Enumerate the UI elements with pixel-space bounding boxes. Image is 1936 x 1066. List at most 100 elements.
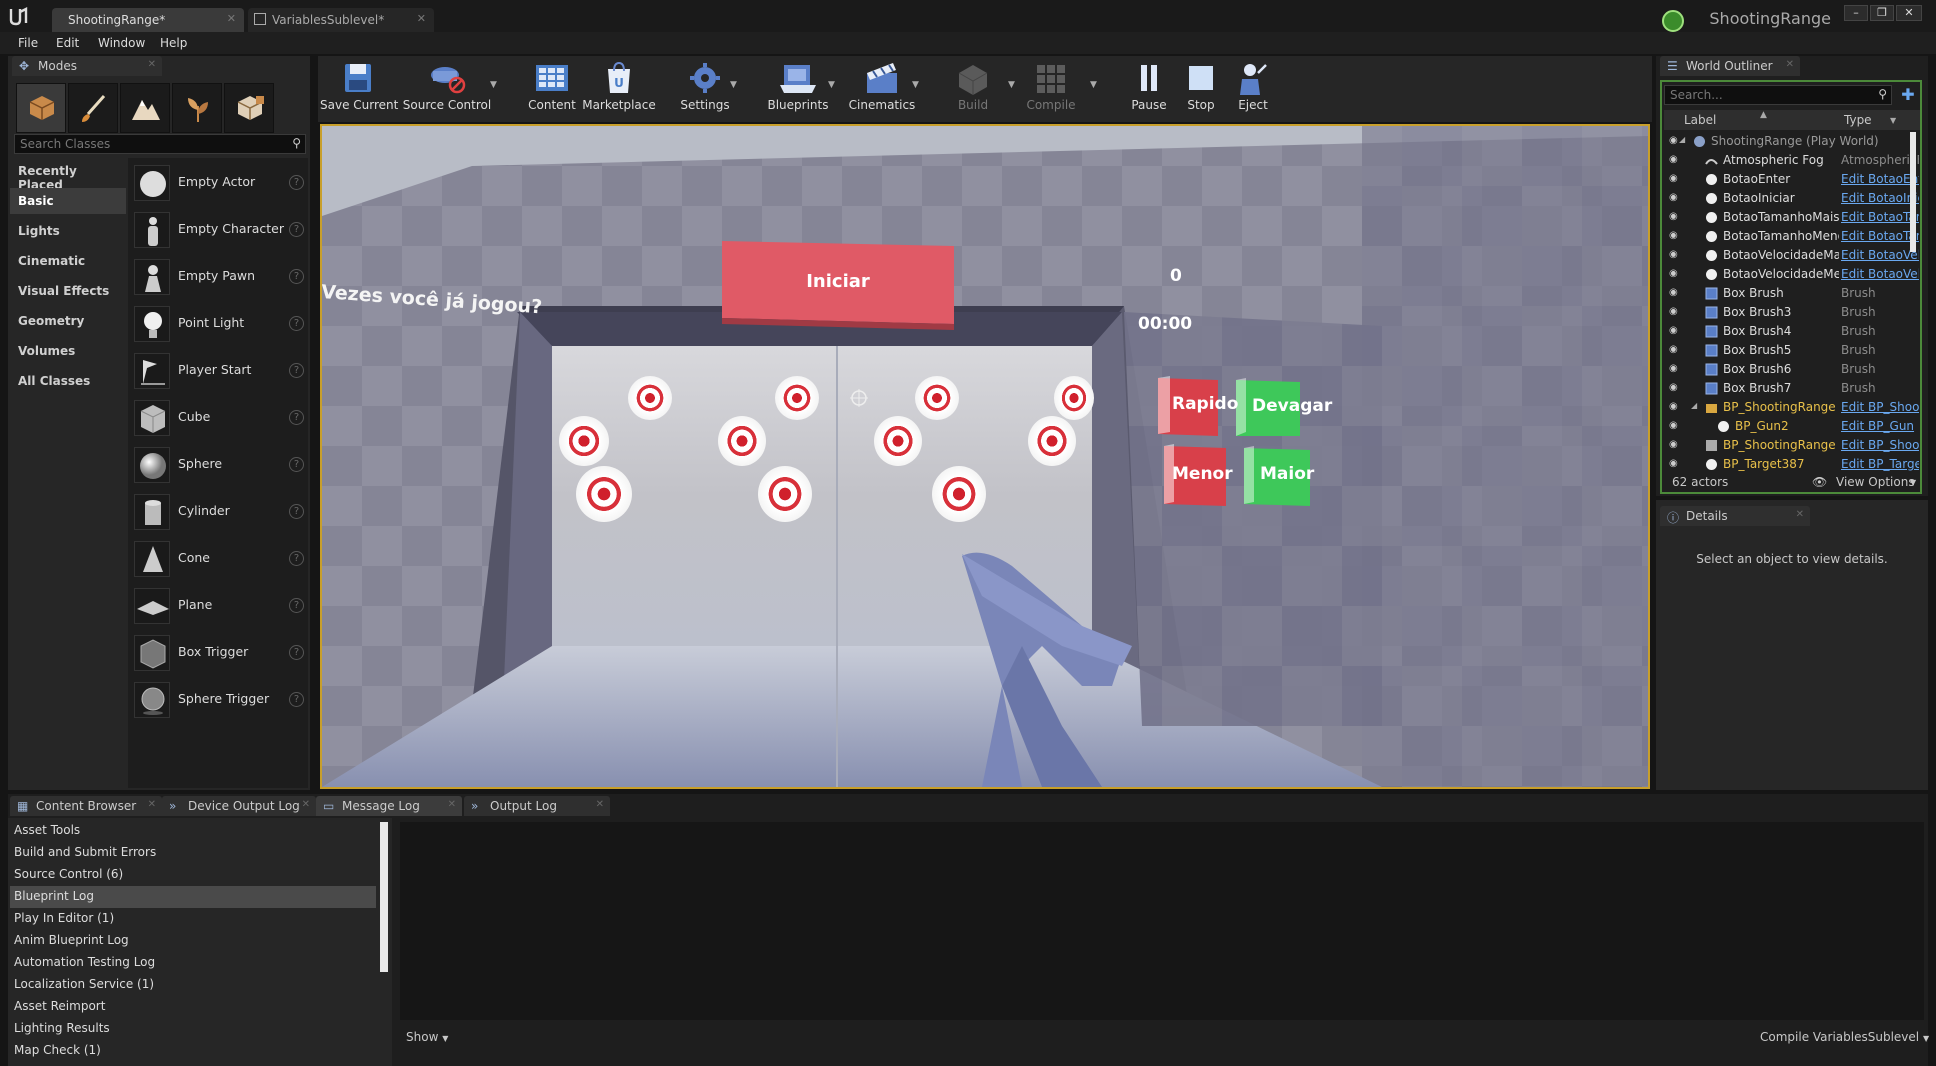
- expand-arrow-icon[interactable]: ◢: [1691, 401, 1697, 410]
- log-category-item[interactable]: Asset Reimport: [10, 996, 376, 1018]
- close-icon[interactable]: ✕: [417, 12, 426, 25]
- category-basic[interactable]: Basic: [10, 188, 126, 214]
- landscape-mode-button[interactable]: [120, 83, 170, 133]
- place-cube[interactable]: Cube ?: [130, 395, 308, 439]
- chevron-down-icon[interactable]: ▼: [1910, 478, 1916, 487]
- help-icon[interactable]: ?: [289, 222, 304, 237]
- scrollbar[interactable]: [1910, 132, 1916, 252]
- source-control-button[interactable]: Source Control: [402, 58, 492, 118]
- close-icon[interactable]: ✕: [448, 799, 456, 810]
- outliner-row[interactable]: ◉ Box Brush6 Brush: [1665, 360, 1923, 379]
- edit-blueprint-link[interactable]: Edit BotaoIniciar: [1841, 191, 1919, 205]
- visibility-eye-icon[interactable]: ◉: [1669, 154, 1683, 165]
- build-button[interactable]: Build: [948, 58, 998, 118]
- blueprints-button[interactable]: Blueprints: [760, 58, 836, 118]
- expand-arrow-icon[interactable]: ◢: [1679, 135, 1685, 144]
- help-icon[interactable]: ?: [289, 269, 304, 284]
- place-plane[interactable]: Plane ?: [130, 583, 308, 627]
- place-empty-actor[interactable]: Empty Actor ?: [130, 160, 308, 204]
- menu-file[interactable]: File: [18, 36, 38, 50]
- log-category-item[interactable]: Lighting Results: [10, 1018, 376, 1040]
- visibility-eye-icon[interactable]: ◉: [1669, 363, 1683, 374]
- maximize-button[interactable]: ❐: [1870, 5, 1894, 21]
- visibility-eye-icon[interactable]: ◉: [1669, 173, 1683, 184]
- outliner-row[interactable]: ◉ BotaoIniciar Edit BotaoIniciar: [1665, 189, 1923, 208]
- search-classes-input[interactable]: Search Classes ⚲: [14, 134, 306, 154]
- place-box-trigger[interactable]: Box Trigger ?: [130, 630, 308, 674]
- category-recently-placed[interactable]: Recently Placed: [10, 158, 126, 192]
- iniciar-button[interactable]: Iniciar: [722, 244, 954, 318]
- place-cone[interactable]: Cone ?: [130, 536, 308, 580]
- outliner-row[interactable]: ◉ BotaoTamanhoMenosEdit BotaoTamanhoMenos: [1665, 227, 1923, 246]
- edit-blueprint-link[interactable]: Edit BotaoTamanhoMais: [1841, 210, 1919, 224]
- visibility-eye-icon[interactable]: ◉: [1669, 439, 1683, 450]
- tab-output-log[interactable]: » Output Log ✕: [464, 796, 610, 816]
- log-category-item[interactable]: Play In Editor (1): [10, 908, 376, 930]
- eject-button[interactable]: Eject: [1228, 58, 1278, 118]
- marketplace-button[interactable]: U Marketplace: [582, 58, 656, 118]
- scrollbar[interactable]: [380, 822, 388, 972]
- outliner-row[interactable]: ◉ BP_Gun2 Edit BP_Gun: [1665, 417, 1923, 436]
- stop-button[interactable]: Stop: [1176, 58, 1226, 118]
- outliner-row[interactable]: ◉ Box Brush Brush: [1665, 284, 1923, 303]
- help-icon[interactable]: ?: [289, 410, 304, 425]
- close-button[interactable]: ✕: [1896, 5, 1922, 21]
- edit-blueprint-link[interactable]: Edit BP_Gun: [1841, 419, 1919, 433]
- tab-shootingrange[interactable]: ShootingRange* ✕: [52, 8, 244, 32]
- tab-content-browser[interactable]: ▦ Content Browser ✕: [10, 796, 162, 816]
- maior-button[interactable]: Maior: [1260, 464, 1314, 484]
- outliner-row[interactable]: ◉ BotaoVelocidadeMaisEdit BotaoVelocidade…: [1665, 246, 1923, 265]
- edit-blueprint-link[interactable]: Edit BP_ShootingRange: [1841, 438, 1919, 452]
- place-sphere-trigger[interactable]: Sphere Trigger ?: [130, 677, 308, 721]
- help-icon[interactable]: ?: [289, 598, 304, 613]
- place-cylinder[interactable]: Cylinder ?: [130, 489, 308, 533]
- edit-blueprint-link[interactable]: Edit BotaoEnter: [1841, 172, 1919, 186]
- close-icon[interactable]: ✕: [148, 799, 156, 810]
- help-icon[interactable]: ?: [289, 551, 304, 566]
- tab-world-outliner[interactable]: ☰ World Outliner ✕: [1660, 56, 1800, 76]
- chevron-down-icon[interactable]: ▼: [1890, 116, 1896, 125]
- chevron-down-icon[interactable]: ▼: [1090, 80, 1097, 90]
- column-label[interactable]: Label: [1684, 113, 1716, 127]
- pause-button[interactable]: Pause: [1124, 58, 1174, 118]
- visibility-eye-icon[interactable]: ◉: [1669, 249, 1683, 260]
- column-type[interactable]: Type: [1844, 113, 1872, 127]
- tab-details[interactable]: ⓘ Details ✕: [1660, 506, 1810, 526]
- close-icon[interactable]: ✕: [1796, 509, 1804, 520]
- log-category-item[interactable]: Asset Tools: [10, 820, 376, 842]
- menu-edit[interactable]: Edit: [56, 36, 79, 50]
- visibility-eye-icon[interactable]: ◉: [1669, 211, 1683, 222]
- category-lights[interactable]: Lights: [10, 218, 126, 244]
- outliner-row[interactable]: ◉ BP_ShootingRange Edit BP_ShootingRange: [1665, 436, 1923, 455]
- log-category-item[interactable]: Blueprint Log: [10, 886, 376, 908]
- chevron-down-icon[interactable]: ▼: [730, 80, 737, 90]
- devagar-button[interactable]: Devagar: [1252, 396, 1332, 416]
- geometry-mode-button[interactable]: [224, 83, 274, 133]
- edit-blueprint-link[interactable]: Edit BP_ShootingRange: [1841, 400, 1919, 414]
- foliage-mode-button[interactable]: [172, 83, 222, 133]
- outliner-row[interactable]: ◉ Box Brush3 Brush: [1665, 303, 1923, 322]
- rapido-button[interactable]: Rapido: [1172, 394, 1238, 414]
- place-player-start[interactable]: Player Start ?: [130, 348, 308, 392]
- category-cinematic[interactable]: Cinematic: [10, 248, 126, 274]
- compile-button[interactable]: Compile: [1022, 58, 1080, 118]
- tab-message-log[interactable]: ▭ Message Log ✕: [316, 796, 462, 816]
- help-icon[interactable]: ?: [289, 457, 304, 472]
- view-options-button[interactable]: View Options: [1836, 475, 1915, 489]
- visibility-eye-icon[interactable]: ◉: [1669, 192, 1683, 203]
- outliner-row[interactable]: ◉ BotaoTamanhoMaisEdit BotaoTamanhoMais: [1665, 208, 1923, 227]
- cinematics-button[interactable]: Cinematics: [846, 58, 918, 118]
- outliner-row[interactable]: ◉ Atmospheric Fog AtmosphericFog: [1665, 151, 1923, 170]
- place-point-light[interactable]: Point Light ?: [130, 301, 308, 345]
- edit-blueprint-link[interactable]: Edit BotaoVelocidadeMais: [1841, 248, 1919, 262]
- log-category-item[interactable]: Localization Service (1): [10, 974, 376, 996]
- help-icon[interactable]: ?: [289, 692, 304, 707]
- log-category-item[interactable]: Anim Blueprint Log: [10, 930, 376, 952]
- log-category-item[interactable]: Map Check (1): [10, 1040, 376, 1062]
- help-icon[interactable]: ?: [289, 175, 304, 190]
- place-mode-button[interactable]: [16, 83, 66, 133]
- minimize-button[interactable]: –: [1844, 5, 1868, 21]
- place-sphere[interactable]: Sphere ?: [130, 442, 308, 486]
- visibility-eye-icon[interactable]: ◉: [1669, 401, 1683, 412]
- outliner-row[interactable]: ◉ ◢ ShootingRange (Play World): [1665, 132, 1923, 151]
